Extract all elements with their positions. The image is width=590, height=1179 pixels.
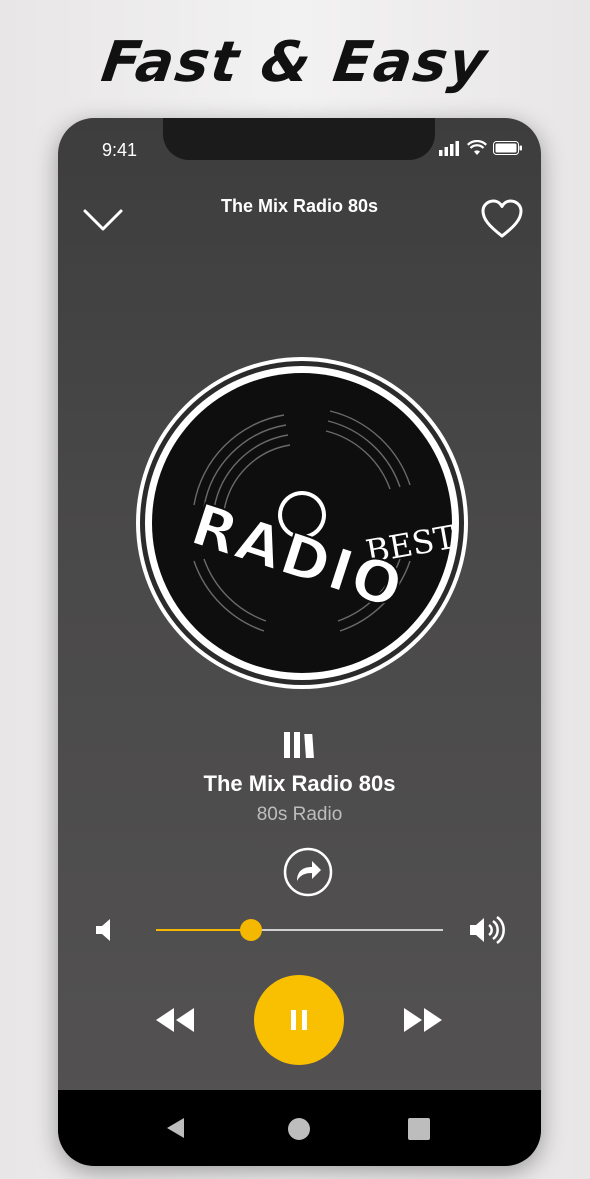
heart-icon[interactable] [480, 198, 524, 240]
android-nav-bar [58, 1090, 541, 1166]
pause-button[interactable] [254, 975, 344, 1065]
volume-slider[interactable] [156, 919, 443, 941]
station-subtitle: 80s Radio [256, 804, 343, 825]
nav-home-icon[interactable] [287, 1117, 311, 1141]
fast-forward-icon[interactable] [402, 1005, 444, 1035]
signal-icon [439, 141, 459, 156]
rewind-icon[interactable] [154, 1005, 196, 1035]
status-icons [439, 140, 523, 156]
share-icon[interactable] [282, 846, 334, 898]
volume-low-icon[interactable] [94, 916, 116, 944]
battery-icon [493, 141, 522, 155]
volume-slider-fill [156, 929, 251, 931]
volume-high-icon[interactable] [468, 914, 508, 946]
status-time: 9:41 [102, 140, 138, 160]
nav-recents-icon[interactable] [407, 1117, 431, 1141]
phone-screen: 9:41 The Mix Radio 80s BEST RADIO The Mi… [58, 118, 541, 1166]
phone-notch [163, 118, 435, 160]
pause-icon [291, 1010, 307, 1030]
header-title: The Mix Radio 80s [220, 196, 379, 216]
nav-back-icon[interactable] [164, 1116, 188, 1140]
headline: Fast & Easy [97, 30, 493, 95]
station-artwork: BEST RADIO [134, 355, 470, 696]
station-bars-icon [284, 732, 314, 758]
volume-slider-thumb[interactable] [239, 919, 262, 941]
wifi-icon [467, 140, 487, 155]
station-title: The Mix Radio 80s [203, 771, 396, 796]
